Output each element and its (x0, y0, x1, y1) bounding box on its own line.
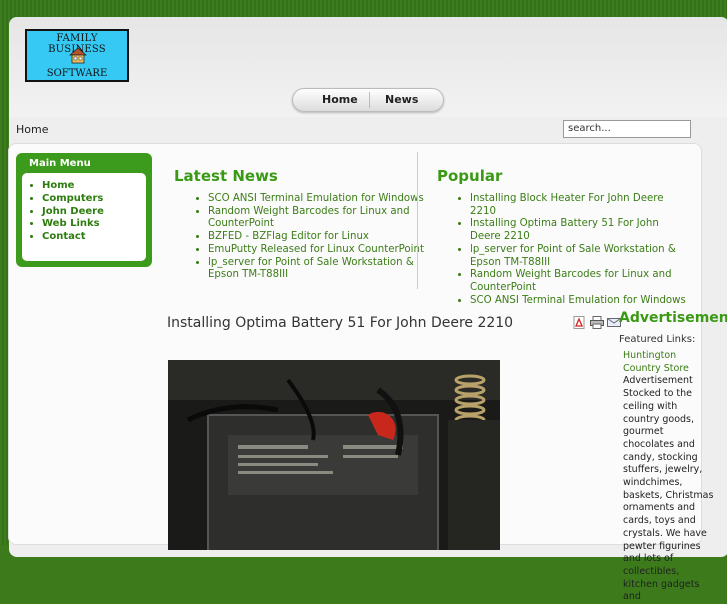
battery-photo (168, 360, 500, 550)
house-icon (69, 47, 87, 64)
ads-body: Huntington Country Store Advertisement S… (623, 350, 715, 604)
menu-item-john-deere[interactable]: John Deere (42, 206, 104, 219)
breadcrumb[interactable]: Home (16, 123, 48, 136)
latest-news-item[interactable]: SCO ANSI Terminal Emulation for Windows (208, 193, 426, 206)
ads-heading: Advertisement (619, 310, 727, 326)
main-menu-title: Main Menu (29, 158, 91, 169)
logo-line2: SOFTWARE (46, 68, 108, 79)
top-nav: Home News (292, 88, 444, 112)
popular-item[interactable]: Installing Optima Battery 51 For John De… (470, 218, 686, 243)
site-logo[interactable]: FAMILY BUSINESS SOFTWARE (25, 29, 129, 82)
latest-news-item[interactable]: Random Weight Barcodes for Linux and Cou… (208, 206, 426, 231)
menu-item-computers[interactable]: Computers (42, 193, 104, 206)
popular-item[interactable]: Installing Block Heater For John Deere 2… (470, 193, 686, 218)
menu-item-web-links[interactable]: Web Links (42, 218, 104, 231)
main-menu: Main Menu Home Computers John Deere Web … (16, 153, 152, 267)
menu-item-home[interactable]: Home (42, 180, 104, 193)
latest-news-heading: Latest News (174, 167, 278, 185)
print-icon[interactable] (590, 316, 604, 329)
latest-news-list: SCO ANSI Terminal Emulation for Windows … (174, 193, 426, 282)
search-input[interactable]: search... (563, 120, 691, 138)
popular-item[interactable]: lp_server for Point of Sale Workstation … (470, 244, 686, 269)
popular-heading: Popular (437, 167, 503, 185)
latest-news-item[interactable]: EmuPutty Released for Linux CounterPoint (208, 244, 426, 257)
menu-item-contact[interactable]: Contact (42, 231, 104, 244)
nav-divider (369, 92, 370, 108)
latest-news-item[interactable]: BZFED - BZFlag Editor for Linux (208, 231, 426, 244)
popular-list: Installing Block Heater For John Deere 2… (436, 193, 686, 307)
column-divider (417, 152, 418, 289)
article-title: Installing Optima Battery 51 For John De… (167, 315, 514, 331)
latest-news-item[interactable]: lp_server for Point of Sale Workstation … (208, 257, 426, 282)
ads-subheading: Featured Links: (619, 334, 696, 345)
ad-text: Advertisement Stocked to the ceiling wit… (623, 375, 714, 603)
pdf-icon[interactable] (573, 316, 585, 329)
popular-item[interactable]: SCO ANSI Terminal Emulation for Windows (470, 295, 686, 308)
popular-item[interactable]: Random Weight Barcodes for Linux and Cou… (470, 269, 686, 294)
nav-home[interactable]: Home (322, 93, 358, 106)
main-menu-panel: Home Computers John Deere Web Links Cont… (22, 173, 146, 261)
nav-news[interactable]: News (385, 93, 418, 106)
ad-link[interactable]: Huntington Country Store (623, 350, 689, 374)
